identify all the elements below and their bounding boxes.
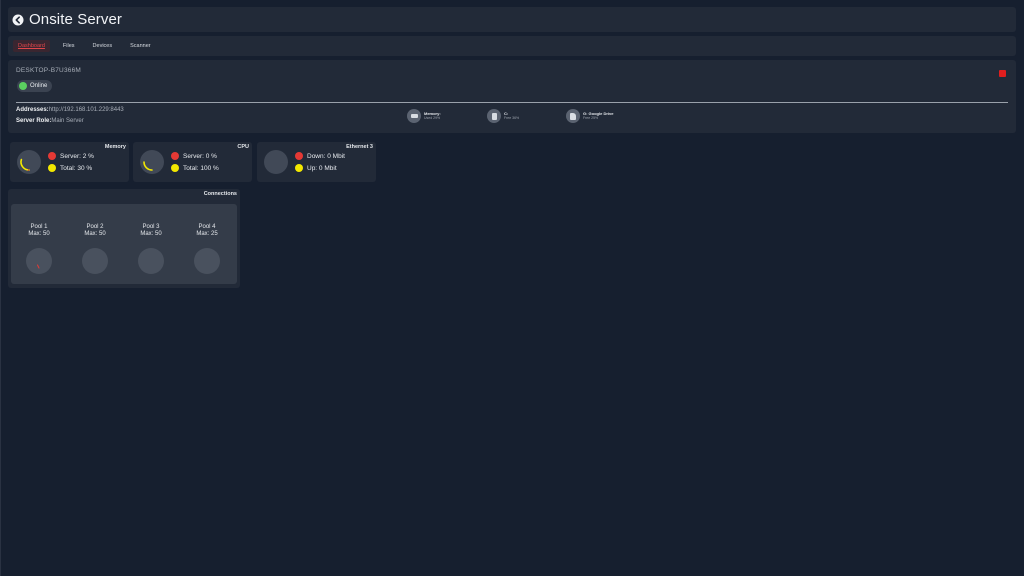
addresses-value[interactable]: http://192.168.101.229:8443 bbox=[49, 107, 124, 113]
memory-gauge bbox=[17, 150, 41, 174]
connections-panel: Connections Pool 1 Max: 50 Pool 2 Max: 5… bbox=[8, 189, 240, 288]
server-dot-icon bbox=[48, 152, 56, 160]
memory-card: Memory Server: 2 % Total: 30 % bbox=[10, 142, 129, 182]
cpu-card: CPU Server: 0 % Total: 100 % bbox=[133, 142, 252, 182]
pool-name: Pool 3 bbox=[142, 224, 160, 230]
network-gauge bbox=[264, 150, 288, 174]
network-card-title: Ethernet 3 bbox=[346, 144, 373, 150]
server-role-row: Server Role:Main Server bbox=[16, 118, 84, 124]
download-dot-icon bbox=[295, 152, 303, 160]
cloud-drive-icon bbox=[566, 109, 580, 123]
drive-g-stat: G: Google Drive Free 25% bbox=[566, 109, 613, 123]
pool-name: Pool 2 bbox=[86, 224, 104, 230]
device-panel: DESKTOP-B7U366M Online Addresses:http://… bbox=[8, 60, 1016, 133]
drive-icon bbox=[487, 109, 501, 123]
cpu-server-value: Server: 0 % bbox=[183, 152, 217, 160]
total-dot-icon bbox=[171, 164, 179, 172]
pool-name: Pool 1 bbox=[30, 224, 48, 230]
tab-files[interactable]: Files bbox=[58, 40, 80, 52]
pool-3-gauge bbox=[138, 248, 164, 274]
memory-card-title: Memory bbox=[104, 144, 126, 150]
window-edge bbox=[0, 0, 1, 576]
pool-max: Max: 50 bbox=[140, 231, 162, 237]
addresses-row: Addresses:http://192.168.101.229:8443 bbox=[16, 107, 124, 113]
cpu-total-row: Total: 100 % bbox=[171, 164, 219, 172]
pool-max: Max: 50 bbox=[84, 231, 106, 237]
tab-bar: Dashboard Files Devices Scanner bbox=[8, 36, 1016, 56]
drive-c-stat: C: Free 36% bbox=[487, 109, 519, 123]
cpu-total-value: Total: 100 % bbox=[183, 164, 219, 172]
alert-indicator-icon[interactable] bbox=[999, 70, 1006, 77]
server-role-value: Main Server bbox=[51, 118, 84, 124]
memory-stat: Memory: Used 29% bbox=[407, 109, 441, 123]
tab-dashboard[interactable]: Dashboard bbox=[13, 40, 50, 52]
pool-3: Pool 3 Max: 50 bbox=[131, 224, 171, 279]
tab-devices[interactable]: Devices bbox=[88, 40, 118, 52]
pool-2: Pool 2 Max: 50 bbox=[75, 224, 115, 279]
memory-total-row: Total: 30 % bbox=[48, 164, 92, 172]
server-role-label: Server Role: bbox=[16, 118, 52, 124]
addresses-label: Addresses: bbox=[16, 107, 49, 113]
pool-max: Max: 25 bbox=[196, 231, 218, 237]
memory-server-value: Server: 2 % bbox=[60, 152, 94, 160]
page-title: Onsite Server bbox=[29, 11, 122, 28]
drive-g-value: Free 25% bbox=[583, 116, 599, 120]
cpu-card-title: CPU bbox=[237, 144, 249, 150]
total-dot-icon bbox=[48, 164, 56, 172]
drive-c-value: Free 36% bbox=[504, 116, 520, 120]
upload-dot-icon bbox=[295, 164, 303, 172]
connections-pools: Pool 1 Max: 50 Pool 2 Max: 50 Pool 3 Max… bbox=[11, 204, 237, 284]
memory-icon bbox=[407, 109, 421, 123]
connections-title: Connections bbox=[203, 191, 237, 197]
pool-4: Pool 4 Max: 25 bbox=[187, 224, 227, 279]
status-badge: Online bbox=[17, 80, 53, 92]
network-down-row: Down: 0 Mbit bbox=[295, 152, 345, 160]
network-up-row: Up: 0 Mbit bbox=[295, 164, 337, 172]
pool-4-gauge bbox=[194, 248, 220, 274]
pool-name: Pool 4 bbox=[198, 224, 216, 230]
network-down-value: Down: 0 Mbit bbox=[307, 152, 345, 160]
memory-server-row: Server: 2 % bbox=[48, 152, 94, 160]
header-bar: Onsite Server bbox=[8, 7, 1016, 32]
memory-total-value: Total: 30 % bbox=[60, 164, 93, 172]
server-dot-icon bbox=[171, 152, 179, 160]
back-button[interactable] bbox=[12, 14, 24, 26]
cpu-gauge bbox=[140, 150, 164, 174]
network-up-value: Up: 0 Mbit bbox=[307, 164, 337, 172]
pool-max: Max: 50 bbox=[28, 231, 50, 237]
back-arrow-icon bbox=[12, 14, 24, 25]
online-status-icon bbox=[19, 82, 27, 90]
divider bbox=[16, 102, 1008, 103]
pool-1-gauge bbox=[26, 248, 52, 274]
cpu-server-row: Server: 0 % bbox=[171, 152, 217, 160]
device-name: DESKTOP-B7U366M bbox=[16, 67, 82, 74]
pool-1: Pool 1 Max: 50 bbox=[19, 224, 59, 279]
tab-scanner[interactable]: Scanner bbox=[125, 40, 156, 52]
network-card: Ethernet 3 Down: 0 Mbit Up: 0 Mbit bbox=[257, 142, 376, 182]
status-text: Online bbox=[30, 83, 48, 89]
memory-stat-value: Used 29% bbox=[424, 116, 441, 120]
pool-2-gauge bbox=[82, 248, 108, 274]
